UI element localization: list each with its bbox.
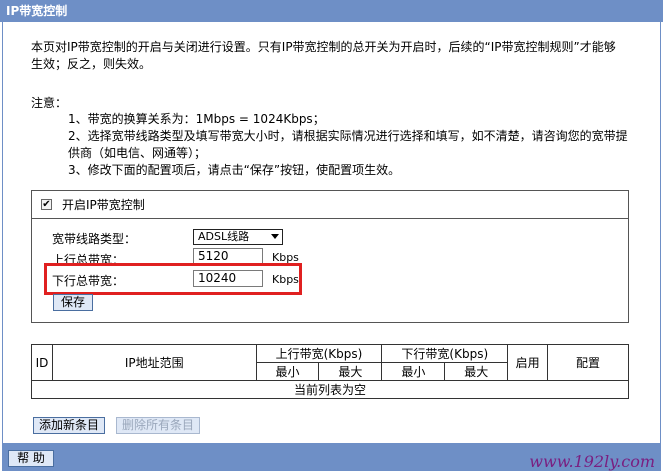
rules-table: ID IP地址范围 上行带宽(Kbps) 下行带宽(Kbps) 启用 配置 最小… (31, 344, 629, 399)
highlight-box (44, 263, 302, 295)
note-item: 1、带宽的换算关系为：1Mbps = 1024Kbps； (68, 112, 325, 126)
intro-line-2: 生效；反之，则失效。 (31, 57, 152, 71)
save-button[interactable]: 保存 (53, 294, 93, 311)
intro-line-1: 本页对IP带宽控制的开启与关闭进行设置。只有IP带宽控制的总开关为开启时，后续的… (31, 40, 616, 54)
line-type-label: 宽带线路类型： (52, 232, 137, 246)
watermark: www.192ly.com (529, 452, 655, 471)
note-item: 2、选择宽带线路类型及填写带宽大小时，请根据实际情况进行选择和填写，如不清楚，请… (68, 129, 628, 143)
enable-bandwidth-checkbox[interactable]: ✔ (41, 199, 52, 210)
col-config: 配置 (547, 344, 629, 381)
delete-all-button[interactable]: 删除所有条目 (116, 417, 200, 434)
col-up-max: 最大 (318, 362, 383, 381)
chevron-down-icon (271, 234, 279, 239)
col-up-min: 最小 (255, 362, 320, 381)
col-up-bandwidth: 上行带宽(Kbps) (255, 344, 383, 363)
add-entry-button[interactable]: 添加新条目 (33, 417, 105, 434)
enable-bandwidth-label: 开启IP带宽控制 (62, 198, 145, 212)
note-item: 3、修改下面的配置项后，请点击“保存”按钮，使配置项生效。 (68, 163, 401, 177)
col-down-min: 最小 (381, 362, 446, 381)
col-down-bandwidth: 下行带宽(Kbps) (381, 344, 509, 363)
empty-list-text: 当前列表为空 (31, 380, 629, 399)
col-id: ID (31, 344, 53, 381)
col-down-max: 最大 (444, 362, 509, 381)
col-enable: 启用 (507, 344, 549, 381)
window-title: IP带宽控制 (0, 0, 663, 22)
line-type-value: ADSL线路 (198, 230, 250, 243)
help-button[interactable]: 帮 助 (8, 450, 54, 467)
note-item: 供商（如电信、网通等）； (68, 146, 207, 160)
line-type-select[interactable]: ADSL线路 (193, 229, 283, 245)
notes-heading: 注意： (31, 96, 68, 110)
col-ip-range: IP地址范围 (51, 344, 257, 381)
